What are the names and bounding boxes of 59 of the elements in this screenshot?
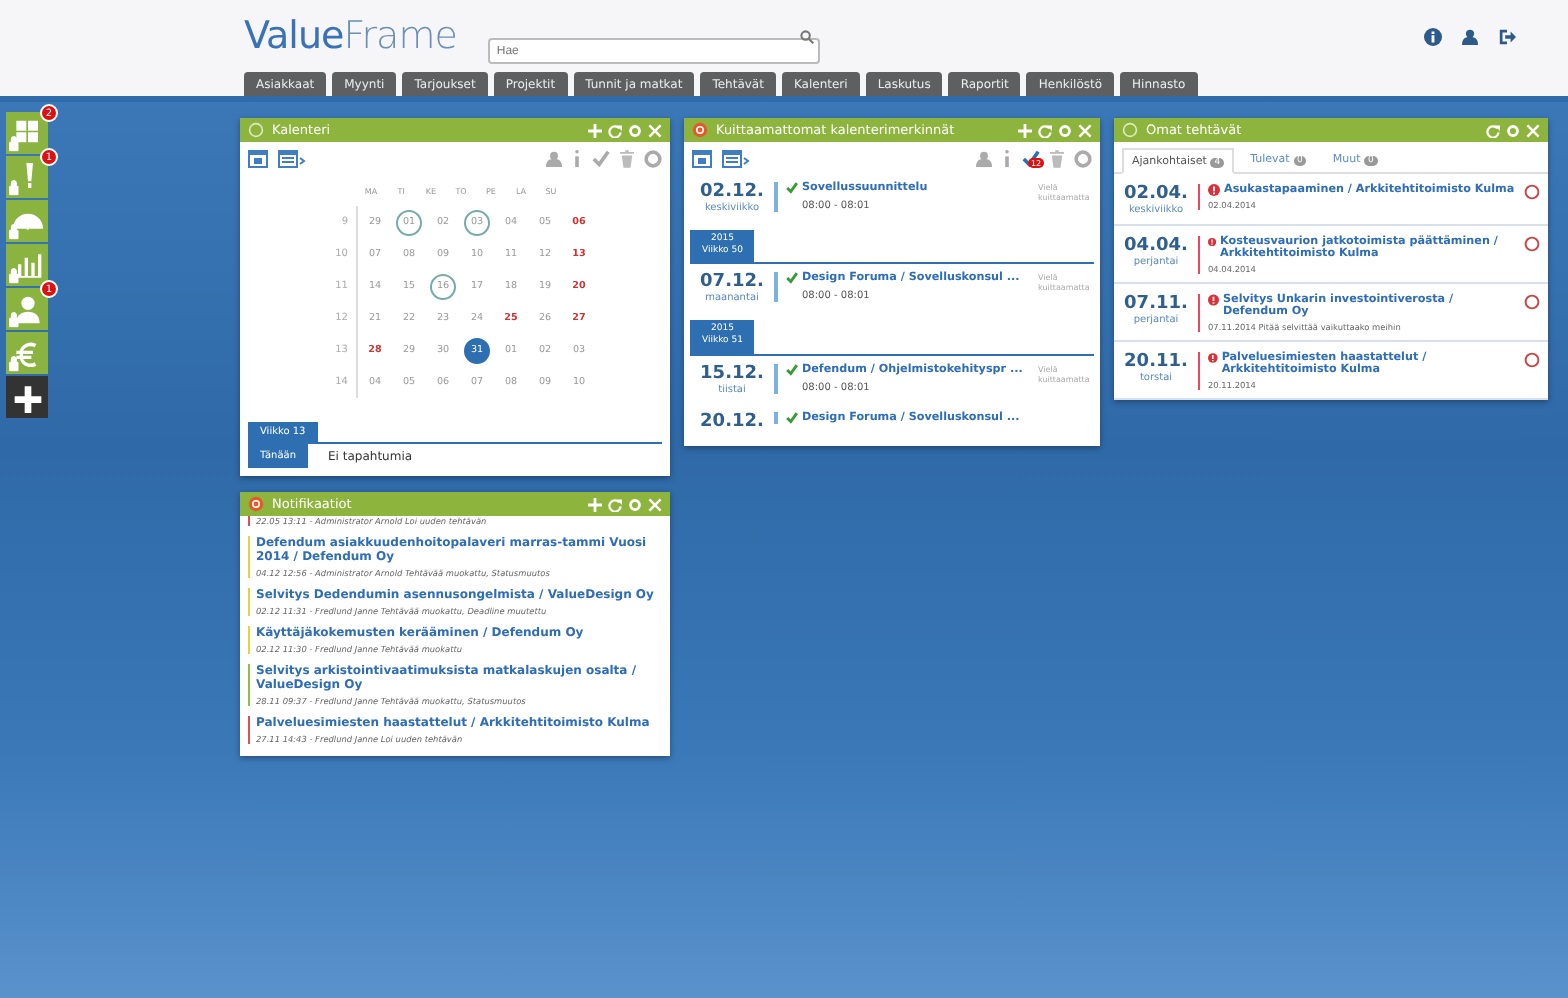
settings-icon[interactable] (628, 497, 642, 511)
entry-date: 02.12. (700, 182, 764, 202)
refresh-icon[interactable] (608, 123, 622, 137)
plus-icon[interactable] (588, 497, 602, 511)
plus-icon[interactable] (1018, 123, 1032, 137)
refresh-icon[interactable] (1486, 123, 1500, 137)
ring-icon[interactable] (1524, 236, 1540, 252)
exclamation-icon (1208, 184, 1220, 196)
check-icon[interactable] (592, 149, 610, 167)
person-icon[interactable] (546, 149, 562, 167)
calendar-icon[interactable] (692, 148, 712, 168)
exclamation-icon (1208, 236, 1217, 248)
ring-icon[interactable] (1524, 352, 1540, 368)
ring-icon[interactable] (1074, 149, 1092, 167)
calendar-next-icon[interactable] (278, 148, 306, 168)
ring-icon[interactable] (644, 149, 662, 167)
entry-date: 20.12. (700, 411, 764, 432)
entry-date: 15.12. (700, 363, 764, 384)
task-date: 07.11. (1124, 294, 1188, 314)
refresh-icon[interactable] (1038, 123, 1052, 137)
check-icon (786, 272, 798, 285)
plus-icon[interactable] (588, 123, 602, 137)
sidebar-tile[interactable] (6, 288, 48, 330)
close-icon[interactable] (1526, 123, 1540, 137)
exclamation-icon (1208, 294, 1219, 306)
sidebar-tile[interactable] (6, 332, 48, 374)
check-icon[interactable] (1022, 149, 1040, 167)
task-date: 04.04. (1124, 236, 1188, 256)
ring-icon[interactable] (1524, 294, 1540, 310)
task-date: 20.11. (1124, 352, 1188, 372)
sidebar-tile[interactable] (6, 376, 48, 418)
exclamation-icon (1208, 352, 1218, 364)
logo: ValueFrame (244, 14, 457, 58)
ring-icon[interactable] (1524, 184, 1540, 200)
close-icon[interactable] (648, 497, 662, 511)
check-icon (786, 411, 798, 424)
settings-icon[interactable] (628, 123, 642, 137)
check-icon (786, 363, 798, 376)
check-icon (786, 182, 798, 194)
refresh-icon[interactable] (608, 497, 622, 511)
calendar-next-icon[interactable] (722, 148, 750, 168)
task-date: 02.04. (1124, 184, 1188, 204)
search-icon[interactable] (800, 29, 815, 43)
person-icon[interactable] (976, 149, 992, 167)
close-icon[interactable] (648, 123, 662, 137)
user-icon[interactable] (1462, 27, 1478, 45)
settings-icon[interactable] (1058, 123, 1072, 137)
calendar-icon[interactable] (248, 148, 268, 168)
info-icon[interactable] (1424, 27, 1442, 45)
close-icon[interactable] (1078, 123, 1092, 137)
trash-icon[interactable] (620, 149, 634, 167)
trash-icon[interactable] (1050, 149, 1064, 167)
logout-icon[interactable] (1498, 27, 1516, 45)
entry-date: 07.12. (700, 272, 764, 293)
sidebar-tile[interactable] (6, 112, 48, 154)
sidebar-tile[interactable] (6, 156, 48, 198)
sidebar-tile[interactable] (6, 200, 48, 242)
settings-icon[interactable] (1506, 123, 1520, 137)
sidebar-tile[interactable] (6, 244, 48, 286)
